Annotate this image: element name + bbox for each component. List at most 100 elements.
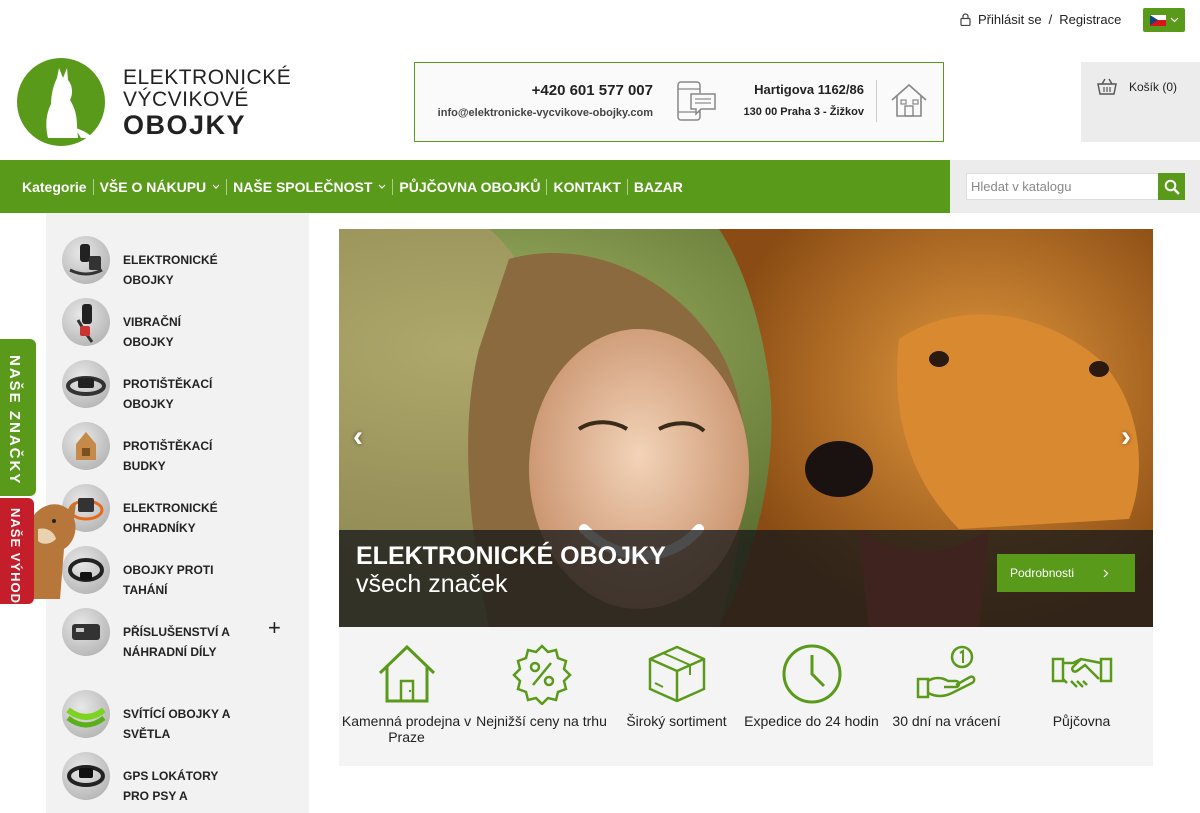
remote-collar-thumb	[62, 236, 110, 284]
bark-collar-thumb	[62, 360, 110, 408]
benefit-returns: 30 dní na vrácení	[879, 643, 1014, 729]
contact-box: +420 601 577 007 info@elektronicke-vycvi…	[414, 62, 944, 142]
sidebar-item-label: OBOJKY PROTI TAHÁNÍ	[123, 563, 214, 597]
nav-label: Kategorie	[22, 178, 87, 195]
handshake-icon	[1014, 643, 1149, 709]
chevron-down-icon	[378, 184, 386, 189]
nav-item-kategorie[interactable]: Kategorie	[16, 178, 94, 195]
sidebar-item-label: PŘÍSLUŠENSTVÍ A NÁHRADNÍ DÍLY	[123, 625, 230, 659]
benefit-prices: Nejnižší ceny na trhu	[474, 643, 609, 729]
email-address[interactable]: info@elektronicke-vycvikove-obojky.com	[438, 107, 653, 119]
advantages-tab-label: NAŠE VÝHODY	[8, 508, 23, 614]
slide-title: ELEKTRONICKÉ OBOJKY	[356, 542, 666, 570]
sidebar-item-label: ELEKTRONICKÉ OBOJKY	[123, 253, 218, 287]
sidebar-item-label: GPS LOKÁTORY PRO PSY A	[123, 769, 219, 803]
gps-thumb	[62, 752, 110, 800]
sidebar-item-label: PROTIŠTĚKACÍ BUDKY	[123, 439, 213, 473]
details-button-label: Podrobnosti	[1010, 566, 1075, 580]
sidebar-item-vibracni-obojky[interactable]: VIBRAČNÍ OBOJKY	[46, 291, 309, 353]
login-link[interactable]: Přihlásit se	[978, 12, 1042, 27]
benefit-store: Kamenná prodejna v Praze	[339, 643, 474, 745]
benefit-rental: Půjčovna	[1014, 643, 1149, 729]
nav-item-kontakt[interactable]: KONTAKT	[547, 178, 628, 195]
slide-caption: ELEKTRONICKÉ OBOJKY všech značek Podrobn…	[339, 530, 1153, 627]
lock-icon	[960, 13, 971, 26]
brands-tab-label: NAŠE ZNAČKY	[6, 355, 23, 486]
sidebar-item-protistekaci-obojky[interactable]: PROTIŠTĚKACÍ OBOJKY	[46, 353, 309, 415]
logo-line2: VÝCVIKOVÉ	[123, 88, 249, 111]
details-button[interactable]: Podrobnosti	[997, 554, 1135, 592]
benefit-label: Nejnižší ceny na trhu	[476, 713, 607, 729]
nav-label: BAZAR	[633, 178, 683, 195]
chevron-down-icon	[212, 184, 220, 189]
cart-label: Košík (0)	[1129, 79, 1178, 94]
nav-item-nase-spolecnost[interactable]: NAŠE SPOLEČNOST	[227, 178, 394, 195]
address-city: 130 00 Praha 3 - Žižkov	[743, 106, 864, 118]
clock-icon	[744, 643, 879, 709]
category-sidebar: ELEKTRONICKÉ OBOJKY VIBRAČNÍ OBOJKY PROT…	[46, 213, 309, 813]
address-street: Hartigova 1162/86	[754, 82, 864, 97]
sidebar-item-gps-lokatory[interactable]: GPS LOKÁTORY PRO PSY A	[46, 745, 309, 807]
accessories-thumb	[62, 608, 110, 656]
benefit-label: 30 dní na vrácení	[892, 713, 1001, 729]
benefit-label: Kamenná prodejna v Praze	[341, 713, 472, 745]
benefit-label: Široký sortiment	[626, 713, 727, 729]
nav-label: PŮJČOVNA OBOJKŮ	[399, 178, 541, 195]
logo-line3: OBOJKY	[123, 110, 247, 140]
slider-next-button[interactable]: ›	[1121, 421, 1145, 453]
dog-logo-icon	[17, 58, 105, 146]
sidebar-item-label: ELEKTRONICKÉ OHRADNÍKY	[123, 501, 218, 535]
top-bar: Přihlásit se / Registrace	[0, 0, 1200, 40]
benefit-label: Půjčovna	[1052, 713, 1111, 729]
sidebar-item-obojky-proti-tahani[interactable]: OBOJKY PROTI TAHÁNÍ	[46, 539, 309, 601]
brands-tab[interactable]: NAŠE ZNAČKY	[0, 339, 36, 496]
cz-flag-icon	[1149, 14, 1166, 26]
benefit-assortment: Široký sortiment	[609, 643, 744, 729]
benefits-bar: Kamenná prodejna v Praze Nejnižší ceny n…	[339, 627, 1153, 766]
language-selector[interactable]	[1143, 8, 1185, 32]
search-button[interactable]	[1158, 173, 1185, 200]
nav-item-bazar[interactable]: BAZAR	[628, 179, 689, 195]
register-link[interactable]: Registrace	[1059, 12, 1121, 27]
store-house-icon	[876, 80, 929, 122]
house-icon	[339, 643, 474, 709]
main-nav: Kategorie VŠE O NÁKUPU NAŠE SPOLEČNOST P…	[0, 160, 950, 213]
nav-item-pujcovna[interactable]: PŮJČOVNA OBOJKŮ	[393, 178, 548, 195]
benefit-label: Expedice do 24 hodin	[744, 713, 879, 729]
logo-text: ELEKTRONICKÉ VÝCVIKOVÉ OBOJKY	[123, 66, 292, 140]
sidebar-item-svitici-obojky[interactable]: SVÍTÍCÍ OBOJKY A SVĚTLA	[46, 683, 309, 745]
nav-label: VŠE O NÁKUPU	[99, 178, 207, 195]
slider-prev-button[interactable]: ‹	[353, 421, 377, 453]
logo-line1: ELEKTRONICKÉ	[123, 66, 292, 89]
sidebar-item-elektronicke-obojky[interactable]: ELEKTRONICKÉ OBOJKY	[46, 229, 309, 291]
phone-number[interactable]: +420 601 577 007	[532, 82, 653, 99]
chevron-right-icon	[1103, 569, 1109, 578]
expand-plus-icon[interactable]: +	[268, 615, 281, 641]
hand-coin-icon	[879, 643, 1014, 709]
sidebar-item-label: SVÍTÍCÍ OBOJKY A SVĚTLA	[123, 707, 230, 741]
bark-box-thumb	[62, 422, 110, 470]
sidebar-item-protistekaci-budky[interactable]: PROTIŠTĚKACÍ BUDKY	[46, 415, 309, 477]
nav-label: KONTAKT	[553, 178, 621, 195]
search-input[interactable]	[966, 173, 1160, 200]
dog-peek-icon	[34, 503, 76, 599]
chevron-down-icon	[1170, 17, 1178, 23]
login-separator: /	[1048, 12, 1053, 27]
vibration-collar-thumb	[62, 298, 110, 346]
nav-item-vse-o-nakupu[interactable]: VŠE O NÁKUPU	[94, 178, 228, 195]
benefit-shipping: Expedice do 24 hodin	[744, 643, 879, 729]
basket-icon	[1097, 78, 1117, 95]
box-icon	[609, 643, 744, 709]
cart[interactable]: Košík (0)	[1081, 62, 1200, 142]
sidebar-item-label: VIBRAČNÍ OBOJKY	[123, 315, 182, 349]
sidebar-item-prislusenstvi[interactable]: PŘÍSLUŠENSTVÍ A NÁHRADNÍ DÍLY +	[46, 601, 309, 683]
search-icon	[1164, 179, 1180, 195]
sidebar-item-elektronicke-ohradniky[interactable]: ELEKTRONICKÉ OHRADNÍKY	[46, 477, 309, 539]
percent-badge-icon	[474, 643, 609, 709]
phone-message-icon	[677, 80, 717, 127]
slide-subtitle: všech značek	[356, 570, 508, 598]
sidebar-item-label: PROTIŠTĚKACÍ OBOJKY	[123, 377, 213, 411]
light-collar-thumb	[62, 690, 110, 738]
advantages-tab[interactable]: NAŠE VÝHODY	[0, 498, 34, 614]
hero-slider: ‹ › ELEKTRONICKÉ OBOJKY všech značek Pod…	[339, 229, 1153, 627]
